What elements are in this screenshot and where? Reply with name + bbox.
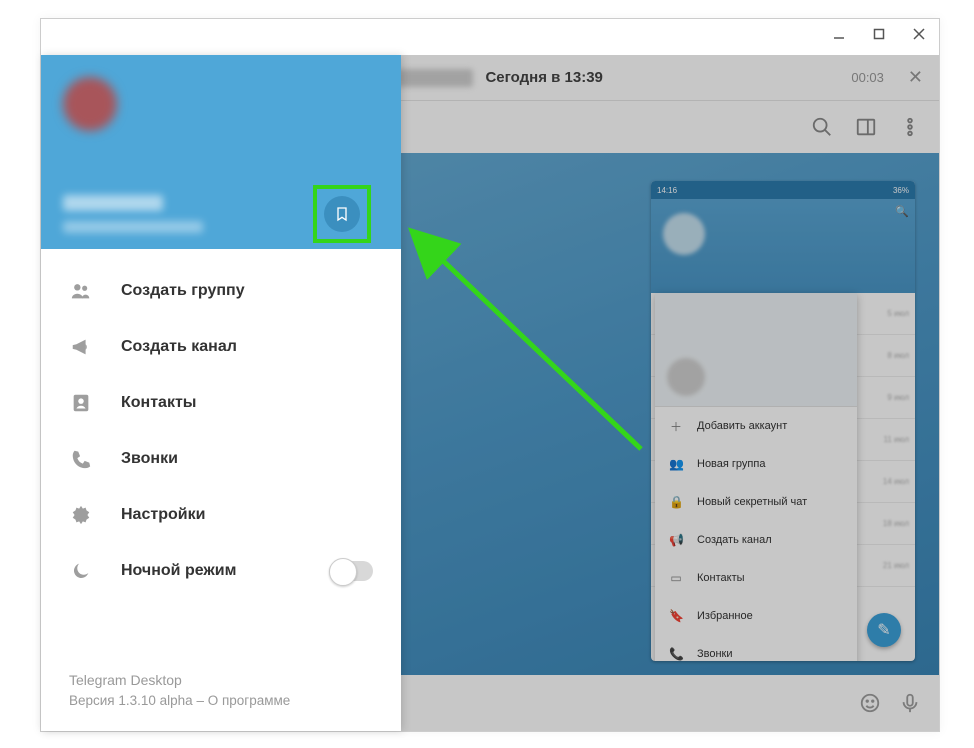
more-icon[interactable] (899, 116, 921, 138)
menu-label: Настройки (121, 506, 205, 524)
blurred-phone (63, 221, 203, 233)
contact-icon (69, 392, 93, 414)
drawer-footer: Telegram Desktop Версия 1.3.10 alpha – О… (69, 670, 290, 711)
menu-label: Звонки (121, 450, 178, 468)
audio-timestamp-label: Сегодня в 13:39 (485, 69, 602, 86)
drawer-header (41, 55, 401, 249)
phone-drawer-header: 🔍 (651, 199, 915, 293)
search-icon[interactable] (811, 116, 833, 138)
menu-label: Создать группу (121, 282, 245, 300)
app-name-label: Telegram Desktop (69, 670, 290, 691)
annotation-highlight (313, 185, 371, 243)
blurred-username (63, 195, 163, 211)
app-window: Сегодня в 13:39 00:03 ✕ Избранное 14:16 … (40, 18, 940, 732)
menu-calls[interactable]: Звонки (41, 431, 401, 487)
emoji-icon[interactable] (859, 692, 881, 714)
drawer-menu: Создать группу Создать канал Контакты Зв… (41, 249, 401, 599)
audio-close-icon[interactable]: ✕ (908, 67, 923, 88)
phone-icon (69, 448, 93, 470)
menu-contacts[interactable]: Контакты (41, 375, 401, 431)
phone-menu-item: 🔒Новый секретный чат (655, 483, 857, 521)
menu-label: Создать канал (121, 338, 237, 356)
maximize-button[interactable] (859, 19, 899, 49)
phone-menu-item: 📢Создать канал (655, 521, 857, 559)
phone-status-bar: 14:16 36% (651, 181, 915, 199)
version-label[interactable]: Версия 1.3.10 alpha – О программе (69, 691, 290, 711)
menu-label: Ночной режим (121, 562, 236, 580)
megaphone-icon (69, 336, 93, 358)
close-button[interactable] (899, 19, 939, 49)
saved-messages-button[interactable] (324, 196, 360, 232)
phone-drawer-menu: ＋Добавить аккаунт 👥Новая группа 🔒Новый с… (655, 293, 857, 661)
audio-elapsed-time: 00:03 (851, 70, 884, 85)
night-mode-toggle[interactable] (329, 561, 373, 581)
minimize-button[interactable] (819, 19, 859, 49)
phone-menu-item: 👥Новая группа (655, 445, 857, 483)
menu-new-group[interactable]: Создать группу (41, 263, 401, 319)
phone-fab-icon: ✎ (867, 613, 901, 647)
hamburger-drawer: Создать группу Создать канал Контакты Зв… (41, 55, 401, 731)
phone-search-icon: 🔍 (895, 205, 909, 218)
titlebar (41, 19, 939, 55)
avatar (63, 77, 117, 131)
phone-screenshot-message: 14:16 36% 🔍 5 июл 8 июл 9 июл 11 июл 14 … (651, 181, 915, 661)
menu-label: Контакты (121, 394, 196, 412)
mic-icon[interactable] (899, 692, 921, 714)
phone-menu-item: ＋Добавить аккаунт (655, 407, 857, 445)
phone-menu-item: 🔖Избранное (655, 597, 857, 635)
phone-menu-item: 📞Звонки (655, 635, 857, 661)
sidebar-toggle-icon[interactable] (855, 116, 877, 138)
group-icon (69, 280, 93, 302)
phone-menu-item: ▭Контакты (655, 559, 857, 597)
gear-icon (69, 504, 93, 526)
menu-settings[interactable]: Настройки (41, 487, 401, 543)
menu-new-channel[interactable]: Создать канал (41, 319, 401, 375)
menu-night-mode[interactable]: Ночной режим (41, 543, 401, 599)
bookmark-icon (334, 206, 350, 222)
moon-icon (69, 560, 93, 582)
